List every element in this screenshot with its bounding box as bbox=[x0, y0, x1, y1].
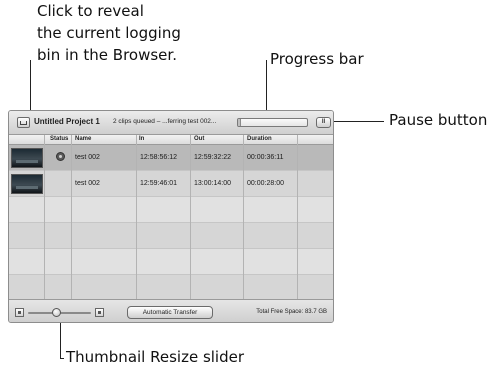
clip-out: 12:59:32:22 bbox=[194, 154, 231, 161]
callout-bin-leader bbox=[30, 60, 31, 116]
progress-bar bbox=[237, 118, 308, 127]
empty-row bbox=[9, 223, 333, 249]
clip-thumbnail bbox=[11, 174, 43, 194]
pause-button[interactable]: II bbox=[316, 117, 331, 128]
small-thumbnail-icon[interactable] bbox=[15, 308, 24, 317]
clip-thumbnail bbox=[11, 148, 43, 168]
capturing-icon bbox=[56, 152, 65, 161]
column-header-duration[interactable]: Duration bbox=[247, 136, 272, 142]
free-space-label: Total Free Space: 83.7 GB bbox=[256, 309, 327, 315]
callout-pause-leader bbox=[330, 121, 384, 122]
clip-name: test 002 bbox=[75, 180, 100, 187]
empty-row bbox=[9, 275, 333, 301]
project-title: Untitled Project 1 bbox=[34, 117, 100, 126]
callout-slider-leader-v bbox=[60, 318, 61, 358]
callout-progress-bar: Progress bar bbox=[270, 50, 364, 68]
clip-duration: 00:00:36:11 bbox=[247, 154, 284, 161]
column-divider bbox=[297, 135, 298, 299]
column-header-in[interactable]: In bbox=[139, 136, 144, 142]
automatic-transfer-button[interactable]: Automatic Transfer bbox=[127, 306, 213, 319]
clip-in: 12:59:46:01 bbox=[140, 180, 177, 187]
clip-out: 13:00:14:00 bbox=[194, 180, 231, 187]
empty-row bbox=[9, 249, 333, 275]
panel-top-bar: Untitled Project 1 2 clips queued – ...f… bbox=[9, 111, 333, 135]
clip-duration: 00:00:28:00 bbox=[247, 180, 284, 187]
column-divider bbox=[136, 135, 137, 299]
transfer-status-text: 2 clips queued – ...ferring test 002... bbox=[113, 118, 217, 125]
column-divider bbox=[190, 135, 191, 299]
empty-row bbox=[9, 197, 333, 223]
callout-bin-line3: bin in the Browser. bbox=[37, 46, 177, 64]
callout-bin-line2: the current logging bbox=[37, 24, 181, 42]
table-header: Status Name In Out Duration bbox=[9, 135, 333, 145]
clip-in: 12:58:56:12 bbox=[140, 154, 177, 161]
reveal-logging-bin-button[interactable] bbox=[17, 117, 30, 128]
callout-bin-line1: Click to reveal bbox=[37, 2, 144, 20]
column-divider bbox=[243, 135, 244, 299]
callout-thumbnail-slider: Thumbnail Resize slider bbox=[66, 348, 245, 366]
large-thumbnail-icon[interactable] bbox=[95, 308, 104, 317]
transfer-queue-panel: Untitled Project 1 2 clips queued – ...f… bbox=[8, 110, 334, 323]
queue-table: Status Name In Out Duration test 002 12:… bbox=[9, 135, 333, 301]
callout-pause-button: Pause button bbox=[389, 111, 488, 129]
column-header-out[interactable]: Out bbox=[194, 136, 204, 142]
callout-slider-leader-h bbox=[60, 358, 64, 359]
progress-bar-fill bbox=[238, 119, 242, 126]
column-header-name[interactable]: Name bbox=[75, 136, 91, 142]
column-divider bbox=[71, 135, 72, 299]
bin-icon bbox=[20, 121, 27, 125]
column-divider bbox=[44, 135, 45, 299]
table-row[interactable]: test 002 12:58:56:12 12:59:32:22 00:00:3… bbox=[9, 145, 333, 171]
slider-knob[interactable] bbox=[51, 308, 61, 317]
clip-name: test 002 bbox=[75, 154, 100, 161]
column-header-status[interactable]: Status bbox=[50, 136, 68, 142]
panel-bottom-bar: Automatic Transfer Total Free Space: 83.… bbox=[9, 299, 333, 322]
table-row[interactable]: test 002 12:59:46:01 13:00:14:00 00:00:2… bbox=[9, 171, 333, 197]
